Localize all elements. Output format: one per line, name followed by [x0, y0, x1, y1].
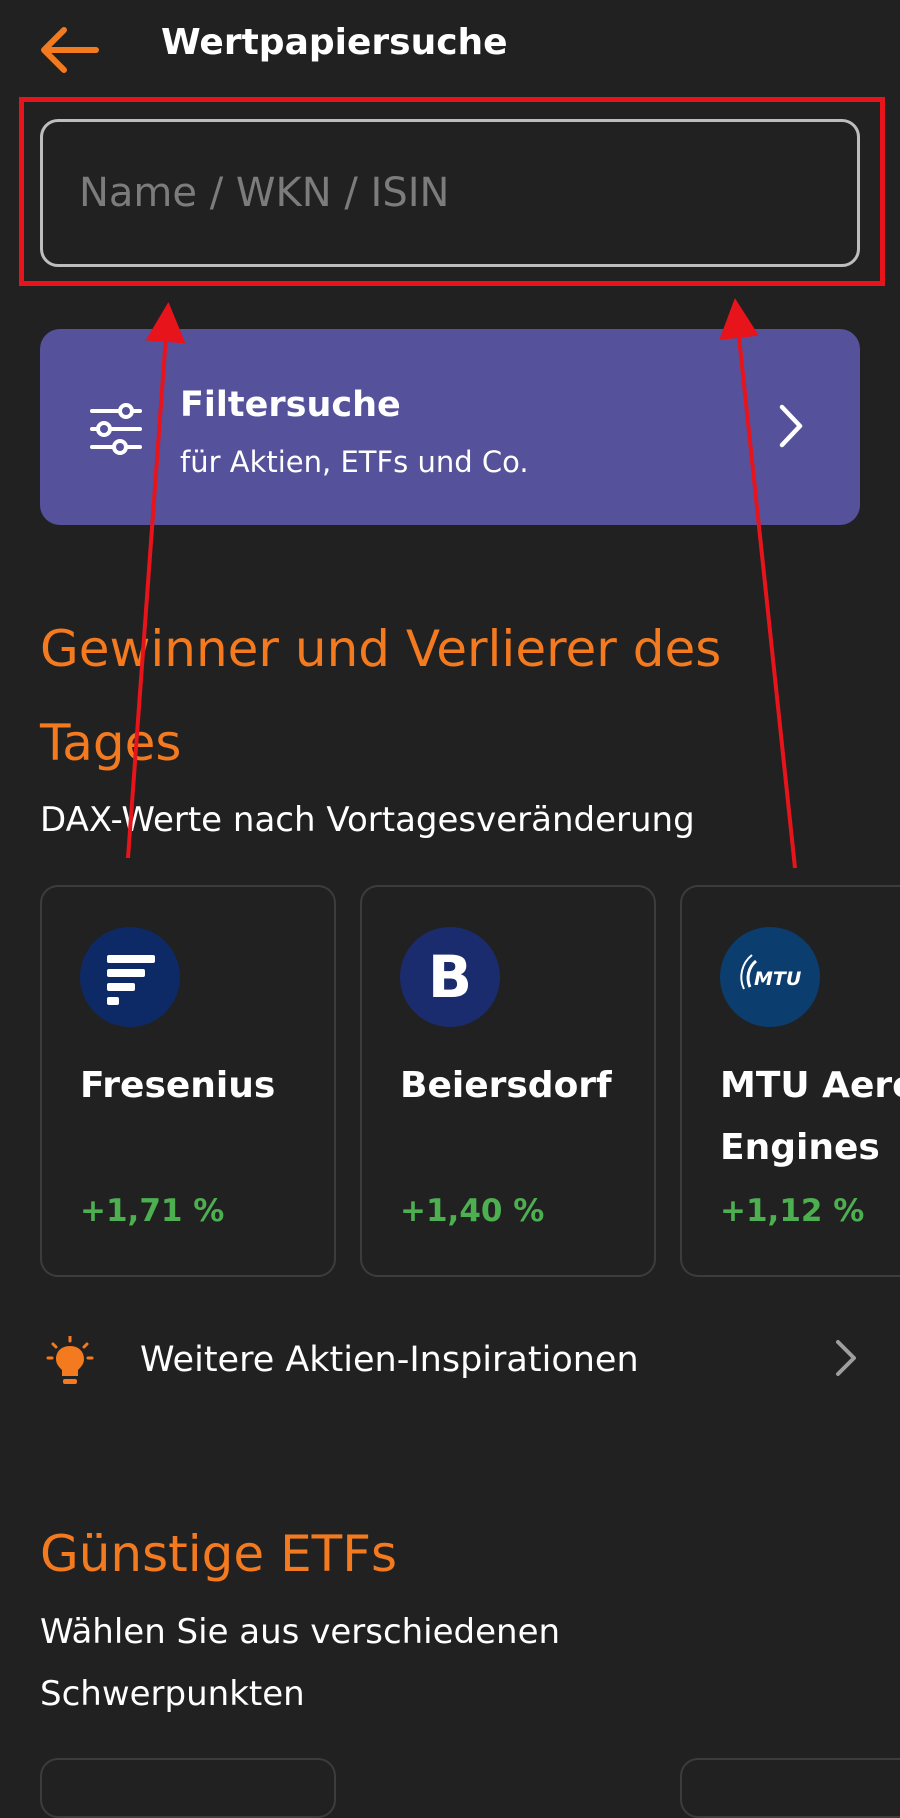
- stock-change: +1,40 %: [400, 1193, 545, 1229]
- fresenius-logo: [80, 927, 180, 1027]
- etf-card[interactable]: [40, 1758, 336, 1818]
- chevron-right-icon: [836, 1340, 856, 1376]
- etf-section-title: Günstige ETFs: [40, 1525, 398, 1583]
- filter-search-subtitle: für Aktien, ETFs und Co.: [180, 445, 529, 479]
- back-button[interactable]: [38, 24, 100, 76]
- etf-subtitle-line1: Wählen Sie aus verschiedenen: [40, 1612, 561, 1652]
- page-title: Wertpapiersuche: [161, 22, 508, 63]
- movers-subtitle: DAX-Werte nach Vortagesveränderung: [40, 800, 695, 840]
- stock-change: +1,71 %: [80, 1193, 225, 1229]
- highlight-frame: [19, 97, 885, 286]
- chevron-right-icon: [779, 404, 803, 448]
- stock-name: Fresenius: [80, 1065, 276, 1106]
- filter-search-title: Filtersuche: [180, 385, 401, 425]
- stock-name: Beiersdorf: [400, 1065, 612, 1106]
- stock-name: MTU Aero Engines: [720, 1065, 900, 1168]
- more-stocks-link[interactable]: Weitere Aktien-Inspirationen: [40, 1330, 860, 1390]
- stock-card-fresenius[interactable]: Fresenius +1,71 %: [40, 885, 336, 1277]
- stock-card-beiersdorf[interactable]: B Beiersdorf +1,40 %: [360, 885, 656, 1277]
- movers-title-line2: Tages: [40, 714, 182, 772]
- stock-change: +1,12 %: [720, 1193, 865, 1229]
- etf-subtitle-line2: Schwerpunkten: [40, 1674, 305, 1714]
- etf-card[interactable]: [680, 1758, 900, 1818]
- sliders-icon: [90, 403, 142, 455]
- svg-text:MTU: MTU: [754, 968, 802, 990]
- beiersdorf-logo: B: [400, 927, 500, 1027]
- more-stocks-label: Weitere Aktien-Inspirationen: [140, 1340, 639, 1380]
- lightbulb-icon: [46, 1336, 94, 1384]
- stock-card-mtu[interactable]: MTU MTU Aero Engines +1,12 %: [680, 885, 900, 1277]
- mtu-logo: MTU: [720, 927, 820, 1027]
- filter-search-card[interactable]: Filtersuche für Aktien, ETFs und Co.: [40, 329, 860, 525]
- arrow-left-icon: [41, 27, 99, 73]
- movers-title-line1: Gewinner und Verlierer des: [40, 620, 722, 678]
